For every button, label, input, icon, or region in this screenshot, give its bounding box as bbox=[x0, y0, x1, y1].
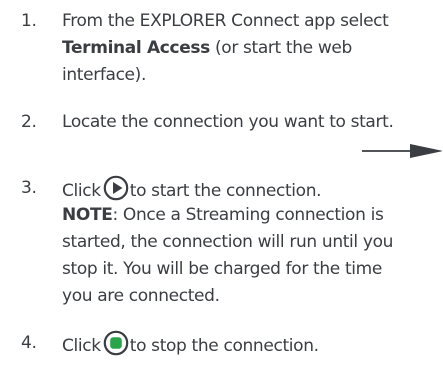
instruction-page: { "steps": [ { "number": "1.", "line1": … bbox=[0, 0, 443, 376]
play-circle-icon bbox=[103, 175, 129, 201]
step-1-line-2-rest: (or start the web bbox=[209, 38, 352, 58]
click-label: Click bbox=[62, 181, 101, 201]
step-1-line-3: interface). bbox=[62, 65, 147, 85]
note-line-3: stop it. You will be charged for the tim… bbox=[62, 259, 382, 279]
step-number: 3. bbox=[21, 178, 37, 198]
step-number: 2. bbox=[21, 112, 37, 132]
step-4-line-1: Click to stop the connection. bbox=[62, 330, 443, 357]
note-line-1: NOTE: Once a Streaming connection is bbox=[62, 202, 443, 229]
step-number: 1. bbox=[21, 11, 37, 31]
terminal-access-label: Terminal Access bbox=[62, 38, 210, 58]
note-line-4: you are connected. bbox=[62, 286, 220, 306]
step-3-text: Click to start the connection. NOTE: Once… bbox=[62, 175, 443, 310]
step-3-line-1: Click to start the connection. bbox=[62, 175, 443, 202]
step-number: 4. bbox=[21, 333, 37, 353]
click-label: Click bbox=[62, 336, 101, 356]
step-2-text: Locate the connection you want to start. bbox=[62, 109, 443, 136]
step-1-line-2: Terminal Access (or start the web bbox=[62, 35, 443, 62]
note-text-1: : Once a Streaming connection is bbox=[112, 205, 384, 225]
step-1-text: From the EXPLORER Connect app select Ter… bbox=[62, 8, 443, 89]
start-connection-text: to start the connection. bbox=[129, 181, 322, 201]
stop-circle-icon bbox=[103, 330, 129, 356]
right-arrow-icon bbox=[362, 144, 442, 158]
step-4-text: Click to stop the connection. bbox=[62, 330, 443, 357]
note-line-2: started, the connection will run until y… bbox=[62, 232, 394, 252]
step-1-line-1: From the EXPLORER Connect app select bbox=[62, 11, 389, 31]
note-label: NOTE bbox=[62, 205, 113, 225]
stop-connection-text: to stop the connection. bbox=[129, 336, 319, 356]
step-2-line-1: Locate the connection you want to start. bbox=[62, 112, 394, 132]
